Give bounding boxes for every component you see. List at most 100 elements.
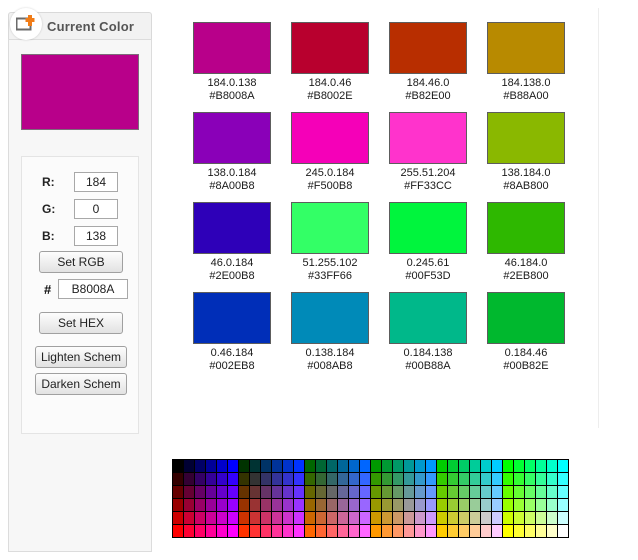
palette-color-cell[interactable] (514, 486, 525, 499)
scheme-swatch-color[interactable] (487, 202, 565, 254)
palette-color-cell[interactable] (547, 473, 558, 486)
palette-color-cell[interactable] (426, 460, 437, 473)
red-input[interactable] (74, 172, 118, 192)
palette-color-cell[interactable] (217, 525, 228, 538)
palette-color-cell[interactable] (173, 460, 184, 473)
palette-color-cell[interactable] (349, 473, 360, 486)
palette-color-cell[interactable] (261, 460, 272, 473)
palette-color-cell[interactable] (426, 512, 437, 525)
palette-color-cell[interactable] (338, 486, 349, 499)
palette-color-cell[interactable] (272, 473, 283, 486)
palette-color-cell[interactable] (503, 473, 514, 486)
palette-color-cell[interactable] (481, 499, 492, 512)
palette-color-cell[interactable] (360, 473, 371, 486)
palette-color-cell[interactable] (283, 499, 294, 512)
palette-color-cell[interactable] (327, 486, 338, 499)
palette-color-cell[interactable] (393, 512, 404, 525)
palette-color-cell[interactable] (536, 512, 547, 525)
palette-color-cell[interactable] (547, 512, 558, 525)
palette-color-cell[interactable] (173, 473, 184, 486)
hex-input[interactable] (58, 279, 128, 299)
palette-color-cell[interactable] (338, 460, 349, 473)
palette-color-cell[interactable] (173, 499, 184, 512)
palette-color-cell[interactable] (547, 525, 558, 538)
palette-color-cell[interactable] (250, 473, 261, 486)
palette-color-cell[interactable] (283, 473, 294, 486)
palette-color-cell[interactable] (492, 525, 503, 538)
palette-color-cell[interactable] (536, 473, 547, 486)
scheme-swatch-color[interactable] (291, 112, 369, 164)
palette-color-cell[interactable] (217, 512, 228, 525)
palette-color-cell[interactable] (470, 499, 481, 512)
palette-color-cell[interactable] (437, 512, 448, 525)
palette-color-cell[interactable] (459, 473, 470, 486)
palette-color-cell[interactable] (470, 512, 481, 525)
palette-color-cell[interactable] (404, 512, 415, 525)
palette-color-cell[interactable] (305, 473, 316, 486)
palette-color-cell[interactable] (415, 486, 426, 499)
scheme-swatch-color[interactable] (193, 292, 271, 344)
scheme-swatch-color[interactable] (291, 292, 369, 344)
palette-color-cell[interactable] (206, 473, 217, 486)
palette-color-cell[interactable] (404, 460, 415, 473)
palette-color-cell[interactable] (536, 486, 547, 499)
palette-color-cell[interactable] (239, 486, 250, 499)
palette-color-cell[interactable] (217, 499, 228, 512)
palette-color-cell[interactable] (217, 486, 228, 499)
palette-color-cell[interactable] (437, 473, 448, 486)
palette-color-cell[interactable] (327, 512, 338, 525)
palette-color-cell[interactable] (360, 512, 371, 525)
palette-color-cell[interactable] (448, 473, 459, 486)
green-input[interactable] (74, 199, 118, 219)
palette-color-cell[interactable] (173, 525, 184, 538)
palette-color-cell[interactable] (558, 486, 569, 499)
scheme-swatch-color[interactable] (193, 202, 271, 254)
palette-color-cell[interactable] (338, 473, 349, 486)
palette-color-cell[interactable] (217, 473, 228, 486)
palette-color-cell[interactable] (514, 460, 525, 473)
palette-color-cell[interactable] (503, 512, 514, 525)
palette-color-cell[interactable] (184, 512, 195, 525)
palette-color-cell[interactable] (371, 512, 382, 525)
palette-color-cell[interactable] (184, 473, 195, 486)
palette-color-cell[interactable] (206, 486, 217, 499)
palette-color-cell[interactable] (525, 499, 536, 512)
palette-color-cell[interactable] (547, 499, 558, 512)
palette-color-cell[interactable] (195, 499, 206, 512)
palette-color-cell[interactable] (294, 525, 305, 538)
palette-color-cell[interactable] (305, 460, 316, 473)
palette-color-cell[interactable] (338, 525, 349, 538)
scheme-swatch-color[interactable] (291, 22, 369, 74)
palette-color-cell[interactable] (228, 512, 239, 525)
palette-color-cell[interactable] (404, 473, 415, 486)
palette-color-cell[interactable] (316, 512, 327, 525)
palette-color-cell[interactable] (305, 486, 316, 499)
palette-color-cell[interactable] (448, 512, 459, 525)
palette-color-cell[interactable] (316, 460, 327, 473)
palette-color-cell[interactable] (393, 486, 404, 499)
palette-color-cell[interactable] (393, 460, 404, 473)
palette-color-cell[interactable] (272, 460, 283, 473)
palette-color-cell[interactable] (316, 486, 327, 499)
palette-color-cell[interactable] (481, 473, 492, 486)
palette-color-cell[interactable] (316, 499, 327, 512)
scheme-swatch-color[interactable] (193, 112, 271, 164)
palette-color-cell[interactable] (305, 499, 316, 512)
palette-color-cell[interactable] (283, 512, 294, 525)
palette-color-cell[interactable] (492, 460, 503, 473)
palette-color-cell[interactable] (184, 499, 195, 512)
palette-color-cell[interactable] (371, 525, 382, 538)
palette-color-cell[interactable] (305, 512, 316, 525)
palette-color-cell[interactable] (492, 512, 503, 525)
palette-color-cell[interactable] (195, 473, 206, 486)
palette-color-cell[interactable] (239, 473, 250, 486)
palette-color-cell[interactable] (371, 460, 382, 473)
palette-color-cell[interactable] (173, 486, 184, 499)
palette-color-cell[interactable] (481, 486, 492, 499)
palette-color-cell[interactable] (195, 460, 206, 473)
palette-color-cell[interactable] (558, 473, 569, 486)
palette-color-cell[interactable] (525, 473, 536, 486)
palette-color-cell[interactable] (437, 525, 448, 538)
palette-color-cell[interactable] (536, 525, 547, 538)
palette-color-cell[interactable] (514, 499, 525, 512)
